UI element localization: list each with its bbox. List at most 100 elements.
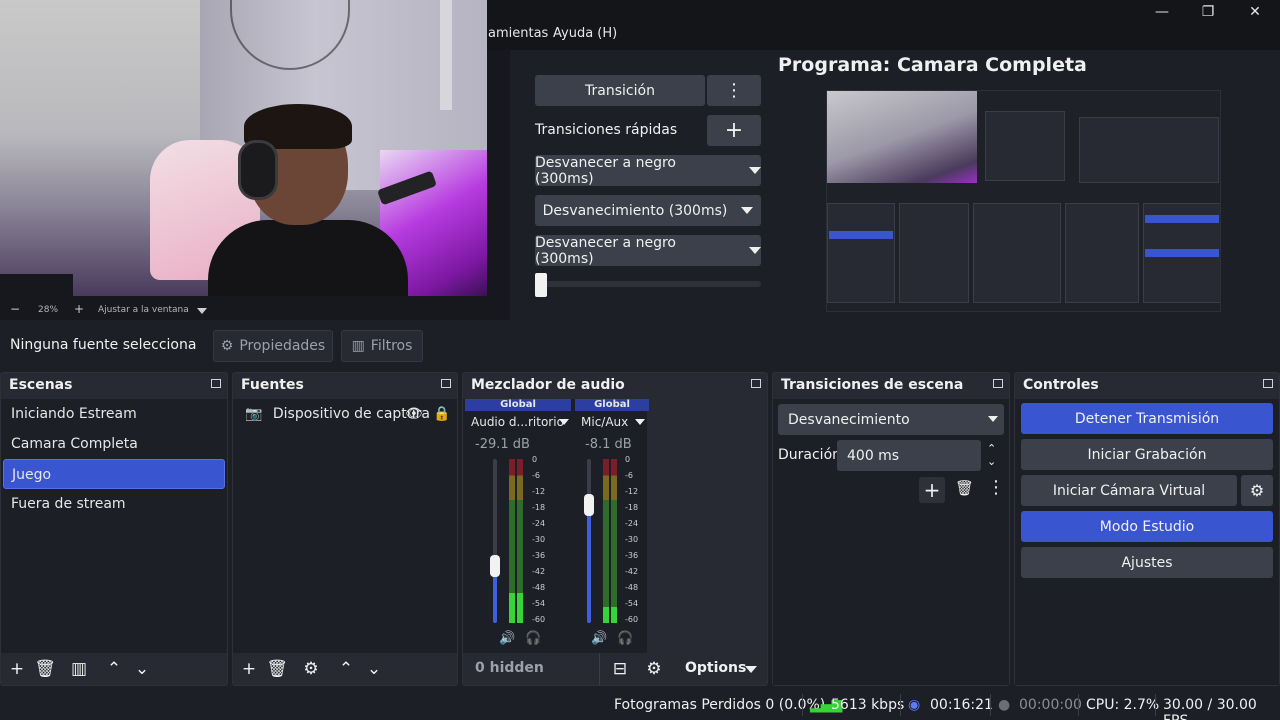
level-meter-fill bbox=[509, 593, 515, 623]
menu-help[interactable]: Ayuda (H) bbox=[553, 26, 617, 41]
quick-transition-label: Desvanecimiento (300ms) bbox=[542, 202, 728, 219]
fit-window-label[interactable]: Ajustar a la ventana bbox=[98, 305, 189, 315]
float-icon[interactable] bbox=[441, 379, 451, 388]
options-button[interactable]: Options bbox=[685, 660, 746, 676]
sources-toolbar: + 🗑 ⚙ ⌃ ⌄ bbox=[233, 653, 457, 685]
gear-icon: ⚙ bbox=[1249, 481, 1265, 500]
zoom-out-button[interactable]: − bbox=[10, 302, 20, 316]
scene-item[interactable]: Camara Completa bbox=[3, 429, 225, 459]
scenes-list: Iniciando Estream Camara Completa Juego … bbox=[1, 399, 227, 653]
filter-icon: ▥ bbox=[351, 338, 365, 354]
level-meter bbox=[603, 459, 609, 623]
scene-item[interactable]: Fuera de stream bbox=[3, 489, 225, 519]
zoom-in-button[interactable]: + bbox=[74, 302, 84, 316]
filter-icon[interactable]: ▥ bbox=[68, 659, 90, 679]
channel-dropdown-icon[interactable] bbox=[559, 419, 569, 425]
options-dropdown-icon[interactable] bbox=[745, 666, 757, 673]
start-virtual-cam-label: Iniciar Cámara Virtual bbox=[1052, 482, 1206, 499]
minimize-button[interactable]: — bbox=[1142, 2, 1182, 22]
channel-dropdown-icon[interactable] bbox=[635, 419, 645, 425]
transition-button[interactable]: Transición bbox=[535, 75, 705, 106]
source-item[interactable]: 📷 Dispositivo de captura 👁 🔒 bbox=[235, 399, 455, 429]
properties-label: Propiedades bbox=[239, 338, 326, 354]
db-scale-label: -6 bbox=[532, 471, 540, 480]
start-virtual-cam-button[interactable]: Iniciar Cámara Virtual bbox=[1021, 475, 1237, 506]
headphones-icon[interactable]: 🎧 bbox=[525, 631, 541, 646]
channel-badge: Global bbox=[465, 399, 571, 411]
transition-type-select[interactable]: Desvanecimiento bbox=[778, 404, 1004, 435]
start-recording-button[interactable]: Iniciar Grabación bbox=[1021, 439, 1273, 470]
cpu-usage: CPU: 2.7% bbox=[1086, 697, 1160, 713]
speaker-icon[interactable]: 🔊 bbox=[591, 631, 607, 646]
program-screen bbox=[826, 90, 1221, 312]
db-scale-label: 0 bbox=[532, 455, 538, 464]
divider bbox=[900, 694, 901, 716]
add-icon[interactable]: + bbox=[238, 659, 260, 679]
add-transition-button[interactable]: + bbox=[919, 477, 945, 503]
zoom-dropdown-icon[interactable] bbox=[197, 308, 207, 314]
scene-item[interactable]: Iniciando Estream bbox=[3, 399, 225, 429]
speaker-icon[interactable]: 🔊 bbox=[499, 631, 515, 646]
lock-icon[interactable]: 🔒 bbox=[433, 399, 450, 429]
stop-stream-label: Detener Transmisión bbox=[1074, 410, 1220, 427]
level-meter bbox=[611, 459, 617, 623]
stop-stream-button[interactable]: Detener Transmisión bbox=[1021, 403, 1273, 434]
restore-button[interactable]: ❐ bbox=[1188, 2, 1228, 22]
filters-button[interactable]: ▥ Filtros bbox=[341, 330, 423, 362]
advanced-audio-icon[interactable]: ⚙ bbox=[643, 659, 665, 679]
volume-fader-handle[interactable] bbox=[490, 555, 500, 577]
eye-icon[interactable]: 👁 bbox=[405, 399, 423, 429]
transition-slider[interactable] bbox=[535, 281, 761, 287]
decrement-icon[interactable]: ⌄ bbox=[987, 455, 996, 468]
properties-button[interactable]: ⚙ Propiedades bbox=[213, 330, 333, 362]
divider bbox=[599, 653, 600, 685]
layout-icon[interactable]: ⊟ bbox=[609, 659, 631, 679]
mixer-toolbar: 0 hidden ⊟ ⚙ Options bbox=[463, 653, 767, 685]
arrow-down-icon[interactable]: ⌄ bbox=[131, 659, 153, 679]
float-icon[interactable] bbox=[751, 379, 761, 388]
quick-transition-label: Desvanecer a negro (300ms) bbox=[535, 234, 676, 267]
zoom-level: 28% bbox=[38, 305, 59, 315]
float-icon[interactable] bbox=[1263, 379, 1273, 388]
transition-button-label: Transición bbox=[585, 82, 655, 99]
close-button[interactable]: ✕ bbox=[1235, 2, 1275, 22]
trash-icon[interactable]: 🗑 bbox=[955, 479, 974, 497]
quick-transition-1[interactable]: Desvanecer a negro (300ms) bbox=[535, 155, 761, 187]
arrow-up-icon[interactable]: ⌃ bbox=[103, 659, 125, 679]
settings-button[interactable]: Ajustes bbox=[1021, 547, 1273, 578]
scenes-title: Escenas bbox=[9, 377, 73, 393]
quick-transition-2[interactable]: Desvanecimiento (300ms) bbox=[535, 195, 761, 226]
scenes-dock: Escenas Iniciando Estream Camara Complet… bbox=[0, 372, 228, 686]
add-icon[interactable]: + bbox=[6, 659, 28, 679]
headphones-icon[interactable]: 🎧 bbox=[617, 631, 633, 646]
transition-slider-handle[interactable] bbox=[535, 273, 547, 297]
db-scale-label: -6 bbox=[625, 471, 633, 480]
menu-tools[interactable]: amientas bbox=[488, 26, 548, 41]
trash-icon[interactable]: 🗑 bbox=[34, 659, 56, 679]
more-vertical-icon[interactable]: ⋮ bbox=[987, 477, 1005, 498]
studio-mode-button[interactable]: Modo Estudio bbox=[1021, 511, 1273, 542]
studio-mode-label: Modo Estudio bbox=[1099, 518, 1195, 535]
float-icon[interactable] bbox=[993, 379, 1003, 388]
quick-transition-3[interactable]: Desvanecer a negro (300ms) bbox=[535, 234, 761, 267]
increment-icon[interactable]: ⌃ bbox=[987, 442, 996, 455]
transition-more-button[interactable]: ⋮ bbox=[707, 75, 761, 106]
add-quick-transition-button[interactable]: + bbox=[707, 115, 761, 146]
trash-icon[interactable]: 🗑 bbox=[266, 659, 288, 679]
scene-item-selected[interactable]: Juego bbox=[3, 459, 225, 489]
float-icon[interactable] bbox=[211, 379, 221, 388]
duration-input[interactable]: 400 ms bbox=[837, 440, 981, 471]
no-source-label: Ninguna fuente selecciona bbox=[10, 337, 197, 353]
level-meter-fill bbox=[603, 607, 609, 623]
db-scale-label: -48 bbox=[625, 583, 639, 592]
db-scale-label: -30 bbox=[532, 535, 546, 544]
gear-icon[interactable]: ⚙ bbox=[300, 659, 322, 679]
webcam-overlay bbox=[0, 0, 487, 296]
arrow-down-icon[interactable]: ⌄ bbox=[363, 659, 385, 679]
more-vertical-icon: ⋮ bbox=[725, 80, 743, 101]
level-meter-fill bbox=[517, 593, 523, 623]
arrow-up-icon[interactable]: ⌃ bbox=[335, 659, 357, 679]
virtual-cam-settings-button[interactable]: ⚙ bbox=[1241, 475, 1273, 506]
volume-fader-handle[interactable] bbox=[584, 494, 594, 516]
mixer-title: Mezclador de audio bbox=[471, 377, 625, 393]
